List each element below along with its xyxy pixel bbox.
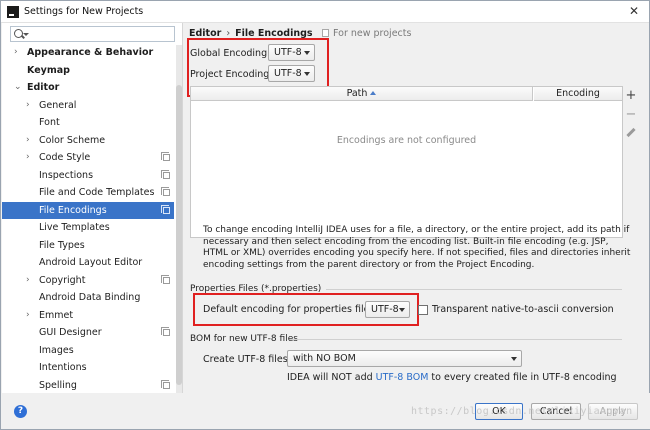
- bom-info-suffix: to every created file in UTF-8 encoding: [428, 372, 617, 383]
- sidebar-item-android-layout-editor[interactable]: Android Layout Editor: [2, 254, 174, 272]
- chevron-down-icon[interactable]: ⌄: [14, 79, 22, 97]
- page-icon: [322, 29, 329, 37]
- sidebar-item-file-encodings[interactable]: File Encodings: [2, 201, 174, 219]
- remove-icon[interactable]: −: [624, 107, 638, 122]
- sidebar-scrollbar[interactable]: [176, 45, 182, 407]
- sidebar-item-label: Inspections: [39, 169, 94, 181]
- sidebar-item-images[interactable]: Images: [2, 342, 174, 360]
- sidebar-item-color-scheme[interactable]: › Color Scheme: [2, 132, 174, 150]
- bom-info-prefix: IDEA will NOT add: [287, 372, 376, 383]
- sidebar-item-label: Images: [39, 344, 74, 356]
- sidebar-item-label: Live Templates: [39, 222, 110, 233]
- sidebar-item-label: Code Style: [39, 152, 91, 163]
- sidebar-item-label: File Encodings: [39, 204, 107, 216]
- sidebar-item-live-templates[interactable]: Live Templates: [2, 219, 174, 237]
- sidebar-item-label: General: [39, 99, 77, 111]
- chevron-right-icon[interactable]: ›: [26, 132, 30, 150]
- note-text: For new projects: [333, 28, 412, 39]
- sort-ascending-icon: [370, 91, 377, 95]
- project-copy-icon: [161, 204, 170, 214]
- project-copy-icon: [161, 379, 170, 389]
- sidebar-item-label: Font: [39, 117, 60, 128]
- chevron-right-icon[interactable]: ›: [26, 149, 30, 167]
- for-new-projects-note: For new projects: [322, 28, 411, 39]
- title-bar: Settings for New Projects ✕: [1, 1, 649, 23]
- sidebar-item-file-and-code-templates[interactable]: File and Code Templates: [2, 184, 174, 202]
- project-copy-icon: [161, 327, 170, 336]
- native-to-ascii-label[interactable]: Transparent native-to-ascii conversion: [432, 304, 614, 315]
- sidebar-item-gui-designer[interactable]: GUI Designer: [2, 324, 174, 342]
- properties-divider: [326, 289, 622, 290]
- sidebar-item-label: Android Layout Editor: [39, 257, 143, 268]
- close-icon[interactable]: ✕: [629, 4, 639, 18]
- column-header-path[interactable]: Path: [191, 87, 533, 101]
- help-icon[interactable]: ?: [14, 405, 27, 418]
- sidebar-item-label: Editor: [27, 82, 60, 93]
- sidebar-item-label: GUI Designer: [39, 327, 102, 338]
- column-header-encoding[interactable]: Encoding: [534, 87, 622, 101]
- create-utf8-label: Create UTF-8 files:: [203, 354, 291, 365]
- search-icon: [14, 29, 23, 38]
- sidebar-item-label: File and Code Templates: [39, 187, 155, 198]
- sidebar-item-spelling[interactable]: Spelling: [2, 377, 174, 395]
- scrollbar-thumb[interactable]: [176, 85, 182, 385]
- encodings-table[interactable]: Path Encoding Encodings are not configur…: [190, 86, 623, 238]
- column-path-label: Path: [346, 88, 368, 99]
- sidebar-item-appearance-behavior[interactable]: › Appearance & Behavior: [2, 44, 174, 62]
- sidebar-item-emmet[interactable]: › Emmet: [2, 307, 174, 325]
- project-copy-icon: [161, 169, 170, 179]
- watermark: https://blog.csdn.net/lixiyiangyan: [411, 406, 633, 417]
- settings-sidebar: › Appearance & Behavior Keymap ⌄ Editor › Gene…: [2, 23, 183, 408]
- project-copy-icon: [161, 274, 170, 284]
- chevron-down-icon: [23, 33, 29, 36]
- chevron-right-icon[interactable]: ›: [26, 307, 30, 325]
- chevron-right-icon[interactable]: ›: [26, 97, 30, 115]
- add-icon[interactable]: +: [624, 88, 638, 103]
- sidebar-item-label: Intentions: [39, 362, 87, 373]
- sidebar-item-android-data-binding[interactable]: Android Data Binding: [2, 289, 174, 307]
- utf8-bom-link[interactable]: UTF-8 BOM: [376, 372, 429, 383]
- highlight-box-properties: [193, 293, 419, 326]
- empty-table-message: Encodings are not configured: [336, 135, 477, 146]
- settings-content: Editor › File Encodings For new projects G…: [184, 23, 649, 408]
- sidebar-item-label: Color Scheme: [39, 134, 106, 146]
- bom-section-title: BOM for new UTF-8 files: [190, 334, 298, 344]
- chevron-right-icon[interactable]: ›: [14, 44, 18, 62]
- project-copy-icon: [161, 152, 170, 161]
- sidebar-item-font[interactable]: Font: [2, 114, 174, 132]
- sidebar-item-file-types[interactable]: File Types: [2, 237, 174, 255]
- encoding-description: To change encoding IntelliJ IDEA uses fo…: [203, 225, 631, 270]
- window-title: Settings for New Projects: [24, 6, 144, 17]
- sidebar-item-label: Emmet: [39, 309, 74, 321]
- sidebar-item-label: Spelling: [39, 379, 77, 391]
- search-input[interactable]: [10, 26, 175, 42]
- chevron-down-icon: [511, 357, 517, 361]
- sidebar-item-inspections[interactable]: Inspections: [2, 167, 174, 185]
- sidebar-item-copyright[interactable]: › Copyright: [2, 272, 174, 290]
- bom-select-value: with NO BOM: [293, 353, 356, 364]
- sidebar-item-label: File Types: [39, 239, 85, 251]
- bom-info-text: IDEA will NOT add UTF-8 BOM to every cre…: [287, 372, 617, 383]
- bom-select[interactable]: with NO BOM: [287, 350, 522, 367]
- sidebar-item-intentions[interactable]: Intentions: [2, 359, 174, 377]
- sidebar-item-label: Appearance & Behavior: [27, 47, 154, 58]
- native-to-ascii-checkbox[interactable]: [418, 305, 428, 315]
- sidebar-item-editor[interactable]: ⌄ Editor: [2, 79, 174, 97]
- project-copy-icon: [161, 187, 170, 196]
- bom-divider: [290, 339, 622, 340]
- sidebar-item-label: Copyright: [39, 274, 86, 286]
- settings-window: Settings for New Projects ✕ › Appearance …: [0, 0, 650, 430]
- sidebar-item-general[interactable]: › General: [2, 97, 174, 115]
- edit-icon[interactable]: [626, 127, 636, 138]
- chevron-right-icon[interactable]: ›: [26, 272, 30, 290]
- intellij-icon: [7, 6, 19, 18]
- sidebar-item-label: Keymap: [27, 64, 70, 76]
- sidebar-item-code-style[interactable]: › Code Style: [2, 149, 174, 167]
- sidebar-item-keymap[interactable]: Keymap: [2, 62, 174, 80]
- sidebar-item-label: Android Data Binding: [39, 292, 141, 303]
